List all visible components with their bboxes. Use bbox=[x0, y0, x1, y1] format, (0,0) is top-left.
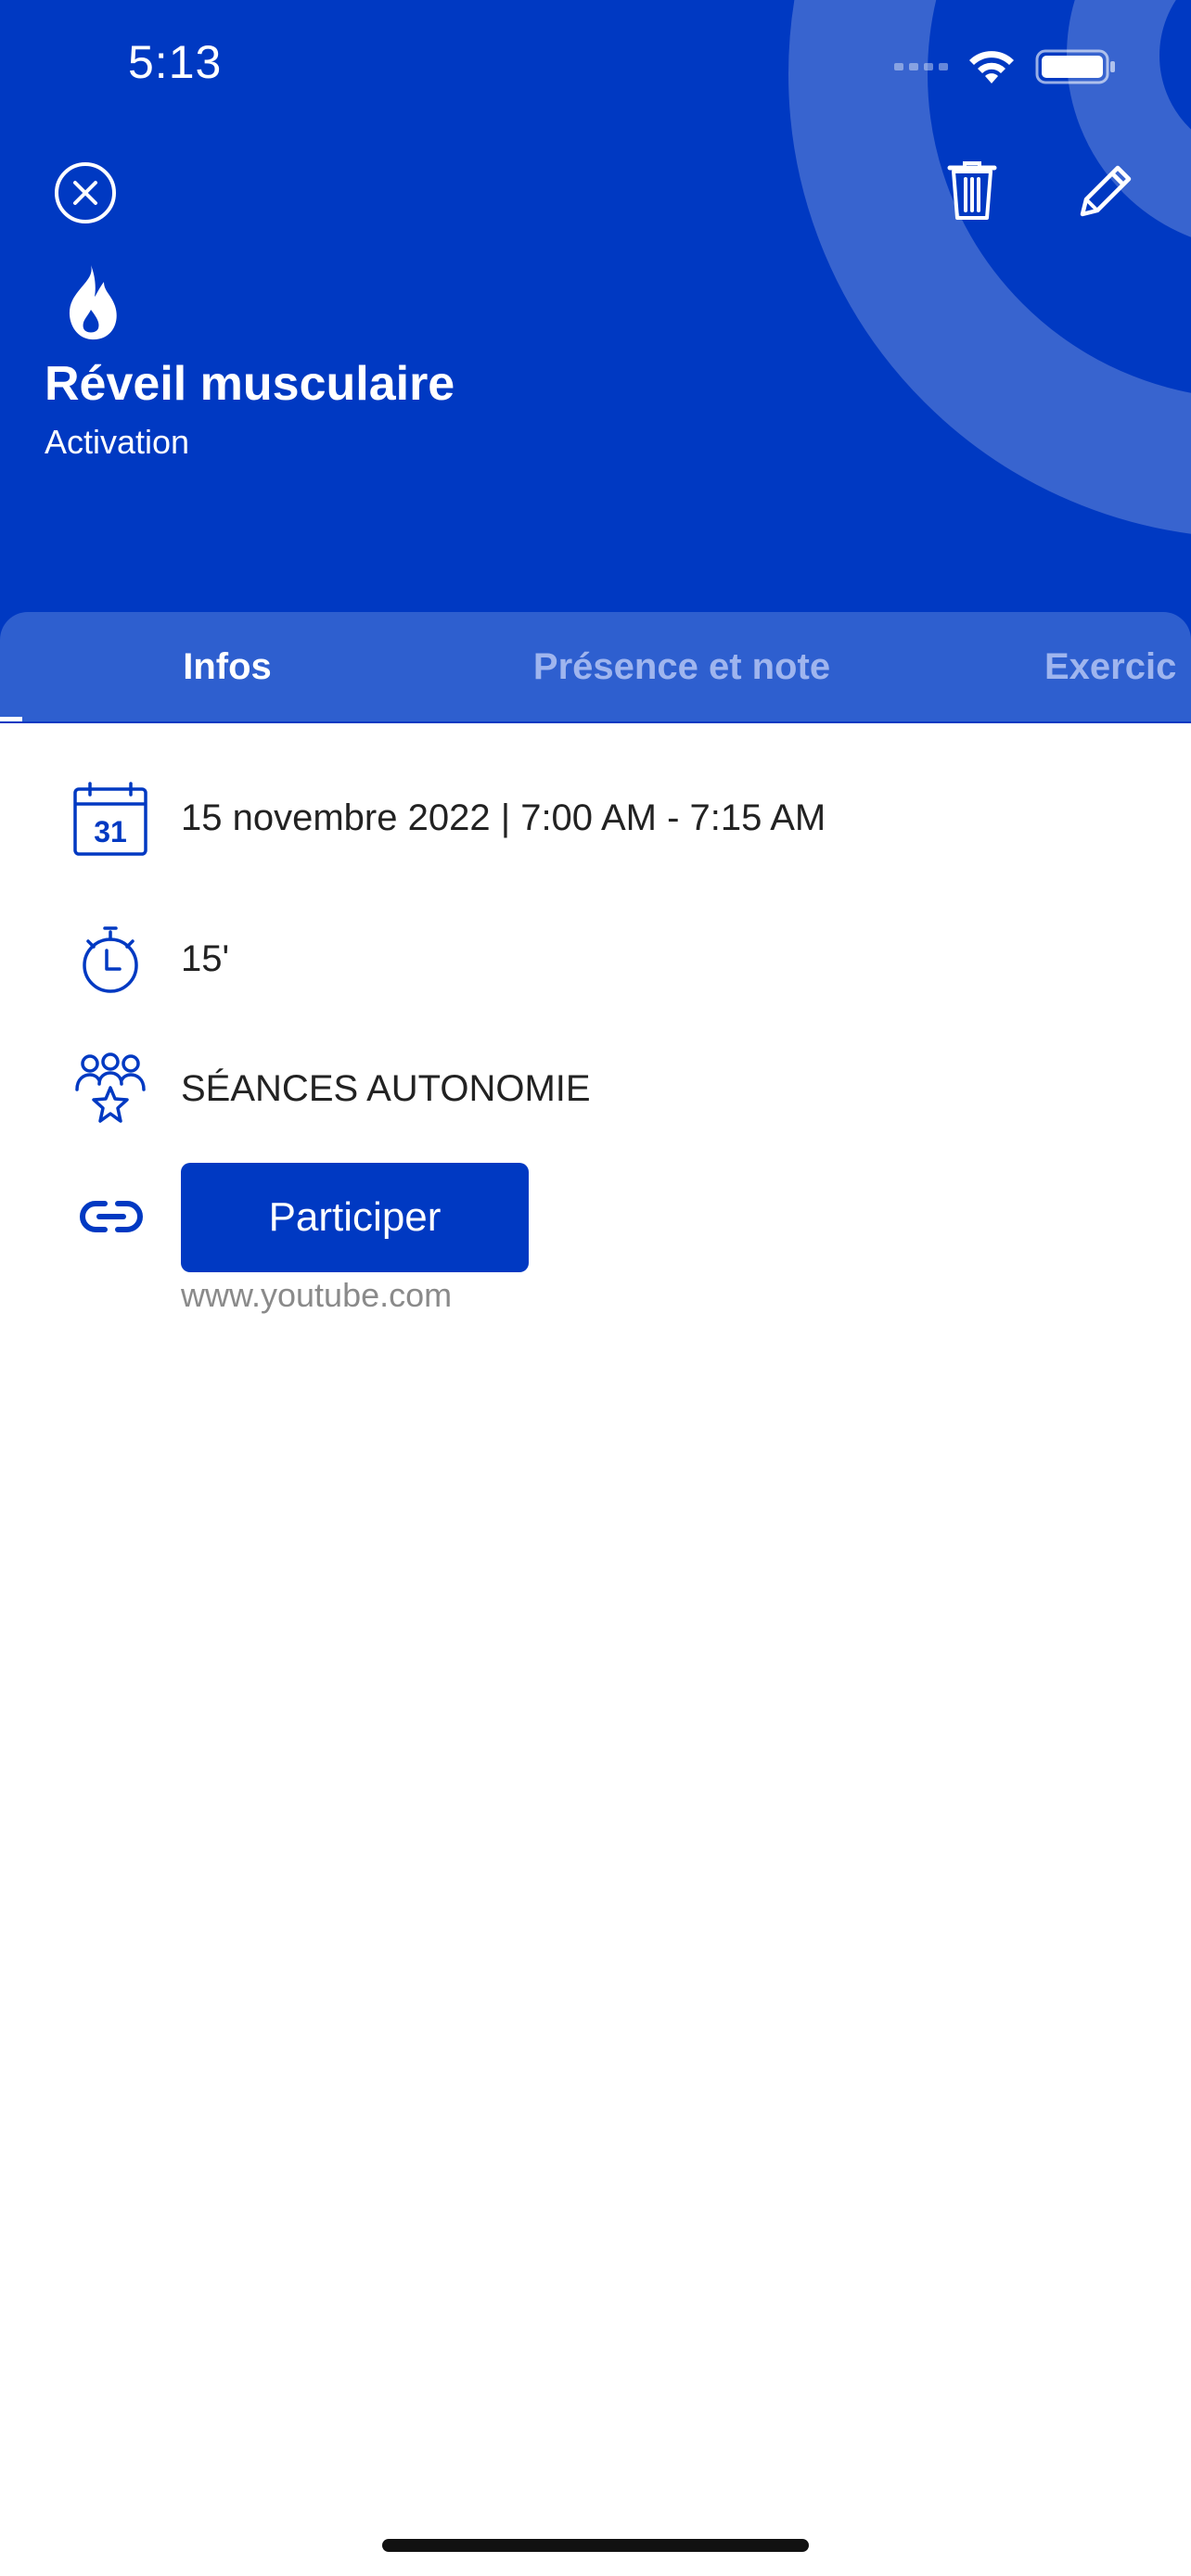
status-icons bbox=[894, 48, 1117, 85]
link-url[interactable]: www.youtube.com bbox=[181, 1276, 452, 1315]
page-subtitle: Activation bbox=[45, 423, 190, 461]
screen: 5:13 Réveil musculaire Activation Infos … bbox=[0, 0, 1191, 2576]
header: 5:13 Réveil musculaire Activation Infos … bbox=[0, 0, 1191, 723]
active-tab-indicator bbox=[0, 717, 22, 721]
delete-button[interactable] bbox=[935, 154, 1009, 228]
group-star-icon bbox=[69, 1048, 152, 1131]
link-icon bbox=[74, 1180, 148, 1254]
tab-bar: Infos Présence et note Exercic bbox=[0, 612, 1191, 721]
status-time: 5:13 bbox=[128, 36, 223, 88]
session-group: SÉANCES AUTONOMIE bbox=[181, 1068, 591, 1109]
date-row: 31 15 novembre 2022 | 7:00 AM - 7:15 AM bbox=[0, 777, 1191, 861]
participate-button[interactable]: Participer bbox=[181, 1163, 529, 1272]
stopwatch-icon bbox=[69, 918, 152, 1001]
tab-exercices[interactable]: Exercic bbox=[1044, 612, 1191, 721]
tab-infos[interactable]: Infos bbox=[0, 612, 455, 721]
cellular-signal-icon bbox=[894, 63, 948, 70]
trash-icon bbox=[947, 161, 997, 220]
duration-row: 15' bbox=[0, 918, 1191, 1001]
group-row: SÉANCES AUTONOMIE bbox=[0, 1048, 1191, 1131]
svg-text:31: 31 bbox=[94, 815, 127, 848]
wifi-icon bbox=[969, 51, 1014, 83]
home-indicator[interactable] bbox=[382, 2539, 809, 2552]
page-title: Réveil musculaire bbox=[45, 357, 455, 411]
pencil-icon bbox=[1080, 165, 1132, 217]
close-circle-icon bbox=[55, 162, 116, 223]
calendar-icon: 31 bbox=[69, 777, 152, 861]
session-date: 15 novembre 2022 | 7:00 AM - 7:15 AM bbox=[181, 797, 826, 838]
flame-icon bbox=[69, 265, 117, 340]
session-duration: 15' bbox=[181, 938, 230, 979]
tab-presence-et-note[interactable]: Présence et note bbox=[455, 612, 909, 721]
close-button[interactable] bbox=[48, 156, 122, 230]
edit-button[interactable] bbox=[1069, 154, 1143, 228]
battery-icon bbox=[1035, 49, 1115, 84]
